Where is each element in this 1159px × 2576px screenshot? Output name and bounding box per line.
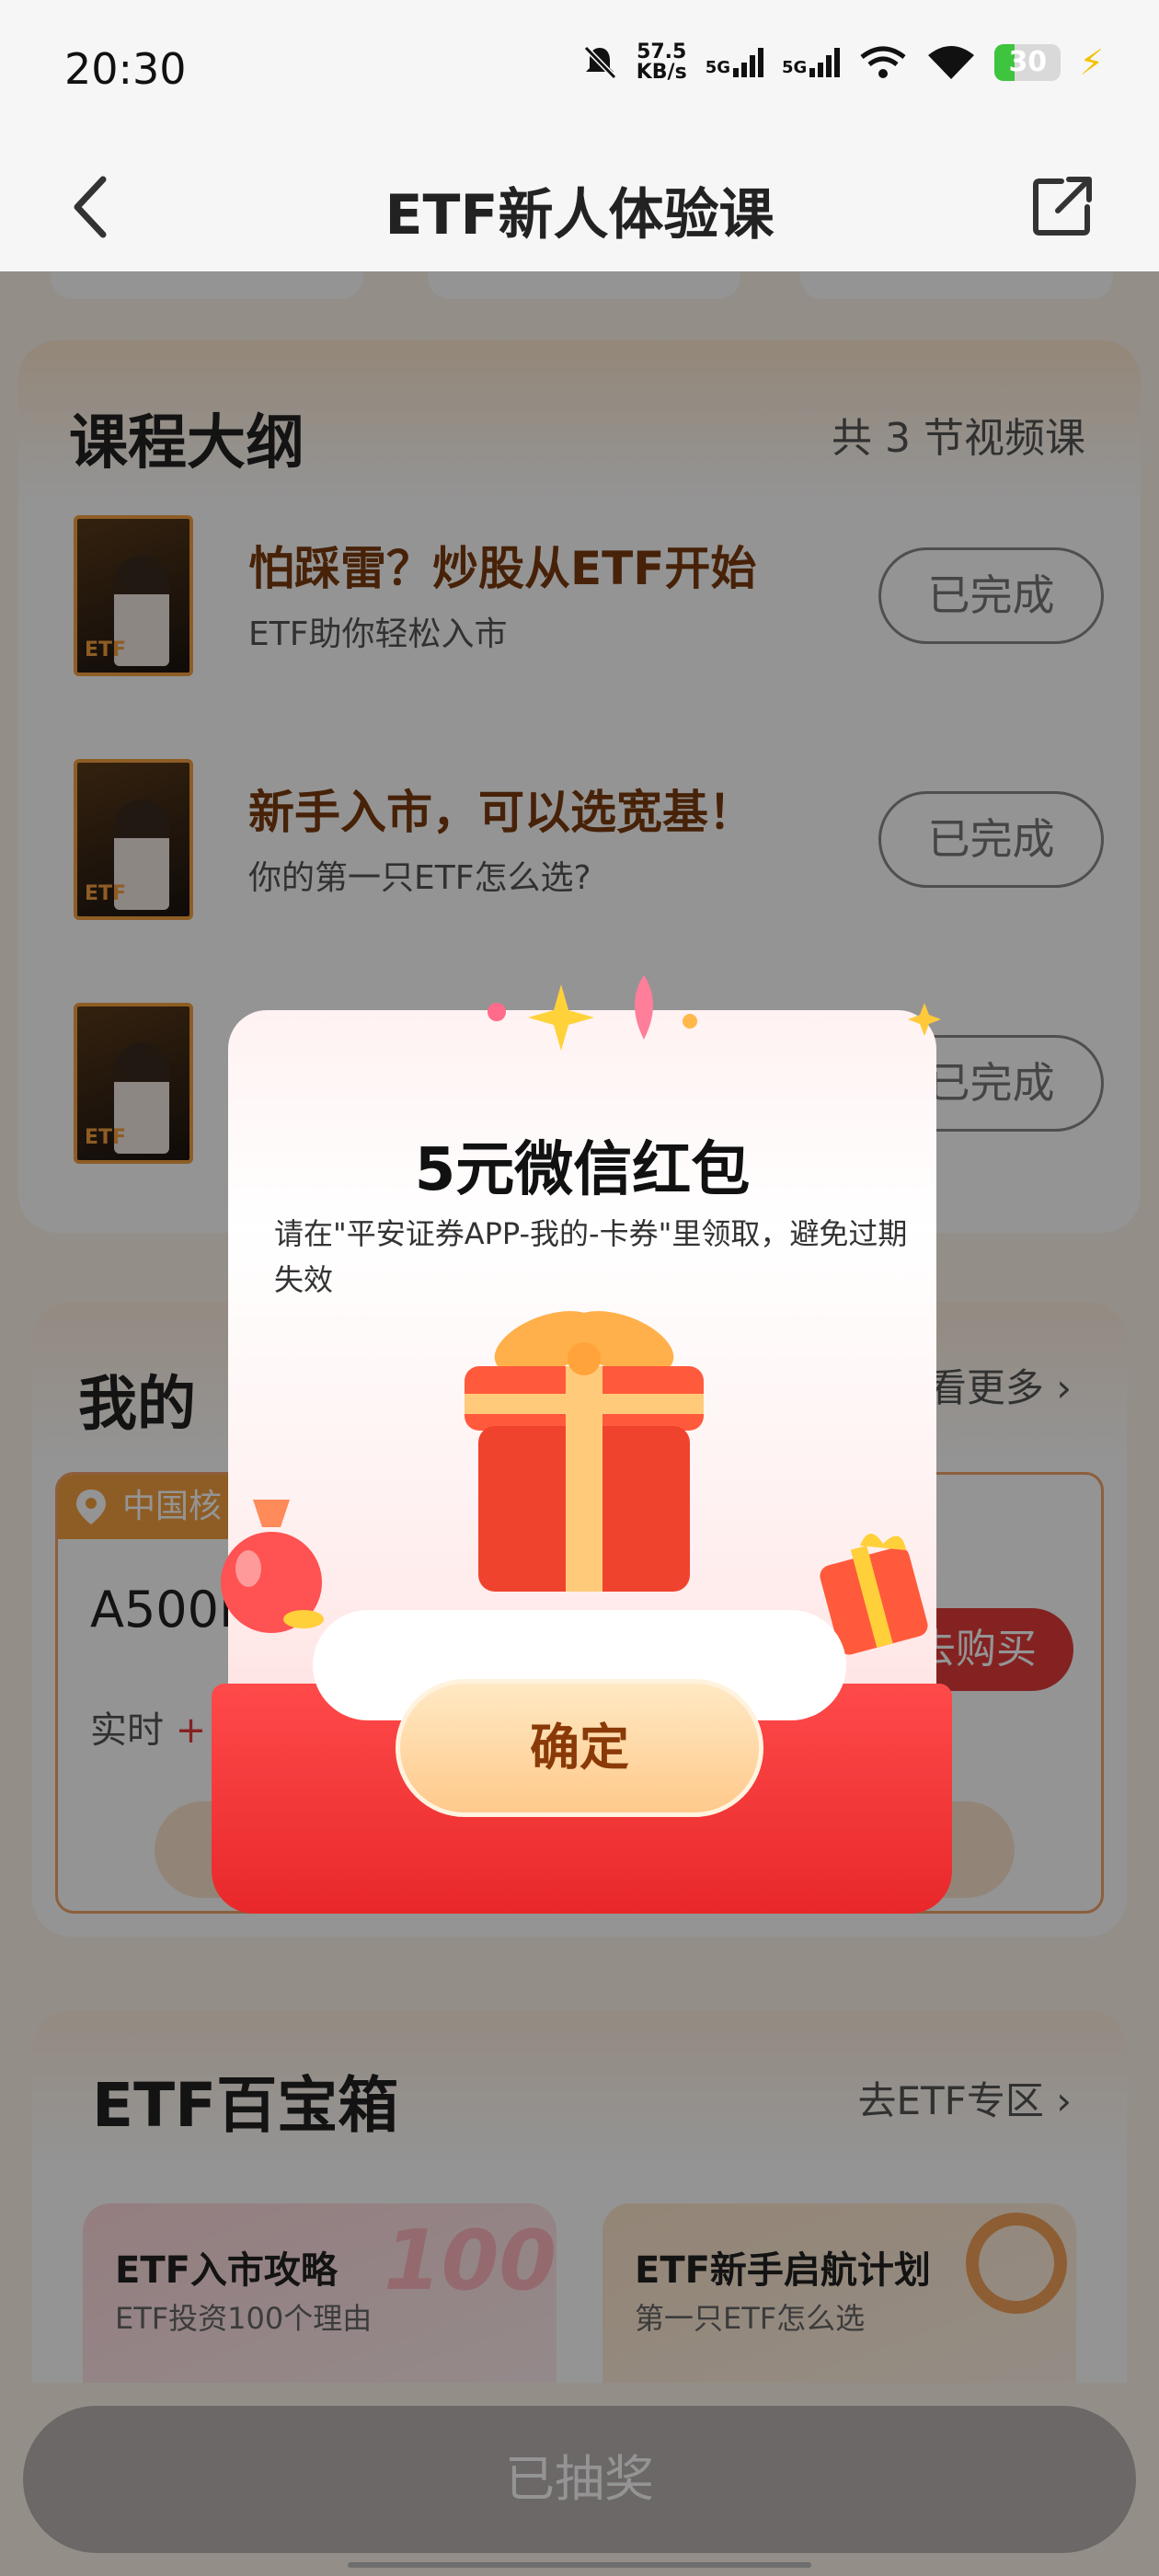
page-title: ETF新人体验课 <box>384 183 775 247</box>
app-header: ETF新人体验课 <box>0 143 1159 271</box>
money-bag-icon <box>221 1500 324 1633</box>
signal-icon: 5G <box>782 48 841 77</box>
hotspot-icon <box>860 46 906 78</box>
star-icon <box>908 1003 941 1036</box>
status-icons: 57.5 KB/s 5G 5G 30 ⚡ <box>581 42 1104 83</box>
share-icon[interactable] <box>1030 170 1095 239</box>
red-packet-modal: 5元微信红包 请在"平安证券APP-我的-卡券"里领取，避免过期失效 确定 <box>212 966 952 1914</box>
status-bar: 20:30 57.5 KB/s 5G 5G 30 ⚡ <box>0 0 1159 143</box>
net-speed-value: 57.5 <box>637 40 687 63</box>
modal-title: 5元微信红包 <box>414 1136 751 1204</box>
battery-icon: 30 <box>994 44 1061 81</box>
confirm-button[interactable]: 确定 <box>396 1679 763 1817</box>
sparkles-icon <box>488 975 697 1051</box>
net-speed: 57.5 KB/s <box>637 42 687 83</box>
gift-icon <box>465 1311 704 1592</box>
wifi-icon <box>928 46 975 79</box>
signal-icon: 5G <box>706 48 763 77</box>
charging-icon: ⚡ <box>1079 42 1104 83</box>
battery-level: 30 <box>1008 46 1048 78</box>
signal-label-1: 5G <box>705 58 730 77</box>
net-speed-unit: KB/s <box>636 61 687 84</box>
signal-label-2: 5G <box>782 58 808 77</box>
modal-description: 请在"平安证券APP-我的-卡券"里领取，避免过期失效 <box>274 1216 908 1297</box>
status-time: 20:30 <box>64 44 187 94</box>
mute-bell-icon <box>583 45 616 80</box>
